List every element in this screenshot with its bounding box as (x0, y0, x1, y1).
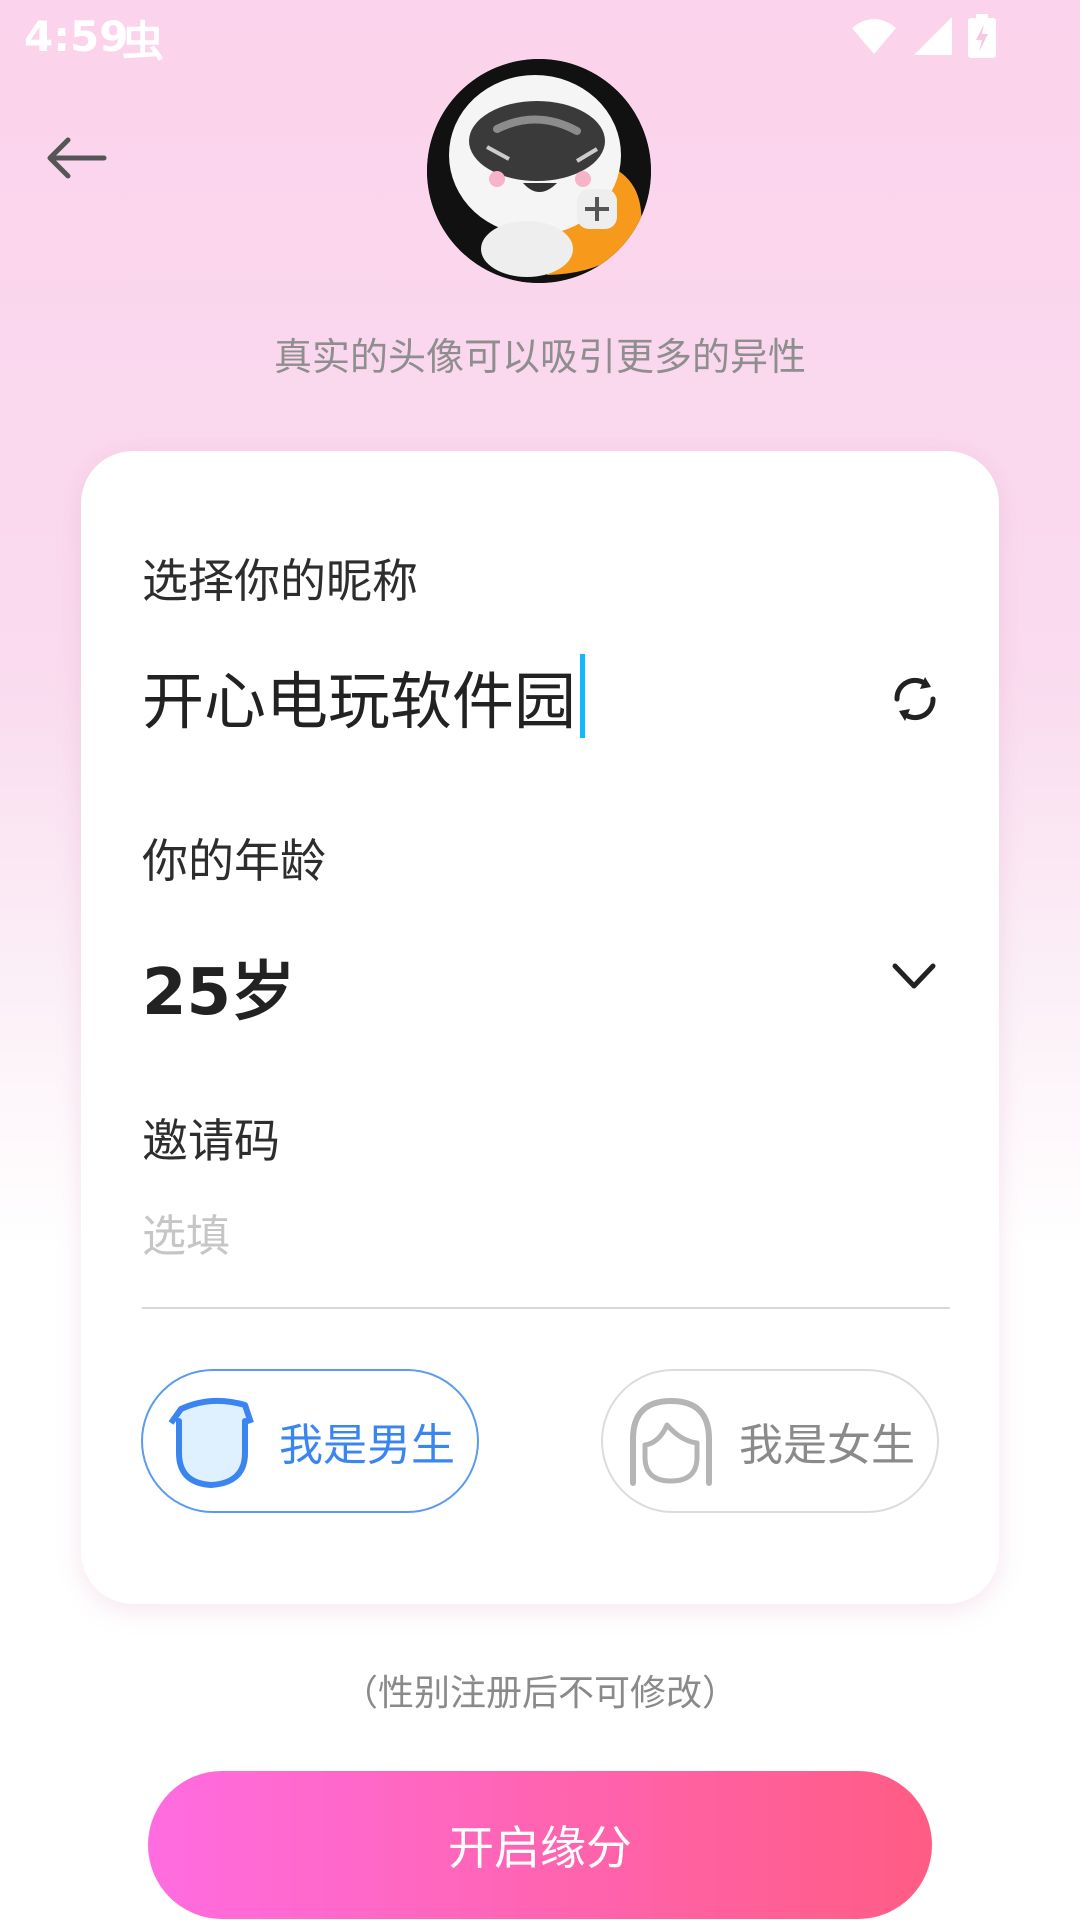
refresh-icon (894, 677, 936, 721)
status-icons (850, 14, 996, 58)
invite-code-input[interactable] (142, 1191, 948, 1281)
avatar-hint: 真实的头像可以吸引更多的异性 (273, 335, 806, 379)
nickname-field[interactable]: 开心电玩软件园 (142, 651, 586, 741)
nickname-label: 选择你的昵称 (142, 554, 418, 608)
female-face-icon (630, 1397, 712, 1486)
arrow-left-icon (47, 137, 107, 179)
profile-form-card: 选择你的昵称 开心电玩软件园 你的年龄 25岁 邀请码 我是男生 我是女生 (81, 451, 999, 1604)
gender-male-label: 我是男生 (279, 1420, 455, 1471)
start-match-button[interactable]: 开启缘分 (148, 1771, 932, 1919)
text-cursor (580, 654, 586, 738)
invite-code-label: 邀请码 (142, 1114, 280, 1168)
battery-charging-icon (968, 14, 996, 58)
status-time: 4:59 (24, 12, 129, 61)
gender-male-button[interactable]: 我是男生 (141, 1369, 479, 1513)
nickname-value: 开心电玩软件园 (142, 665, 577, 738)
age-value: 25岁 (142, 956, 296, 1030)
wifi-icon (852, 19, 896, 54)
male-face-icon (168, 1397, 254, 1489)
back-button[interactable] (38, 128, 114, 188)
gender-female-label: 我是女生 (739, 1420, 915, 1471)
chevron-down-icon (892, 963, 936, 989)
signal-icon (914, 17, 952, 55)
gender-note: （性别注册后不可修改） (341, 1673, 738, 1714)
astronaut-avatar-icon (427, 59, 651, 283)
gender-female-button[interactable]: 我是女生 (601, 1369, 939, 1513)
refresh-nickname-button[interactable] (887, 671, 943, 727)
notification-icon: 虫 (122, 17, 165, 66)
age-label: 你的年龄 (142, 834, 326, 888)
invite-divider (142, 1307, 950, 1309)
avatar[interactable] (427, 59, 651, 283)
